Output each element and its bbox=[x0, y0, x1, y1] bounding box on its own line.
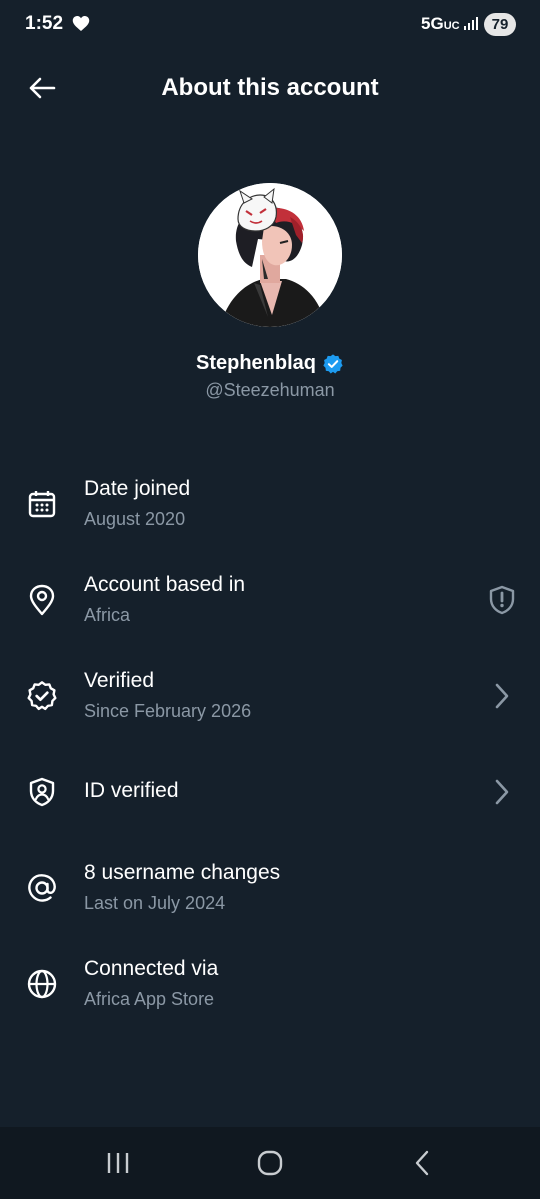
info-title: Account based in bbox=[84, 573, 246, 596]
info-row-id-verified[interactable]: ID verified bbox=[0, 758, 540, 838]
chevron-right-icon[interactable] bbox=[486, 680, 518, 712]
id-shield-icon bbox=[24, 774, 60, 810]
network-type: 5G bbox=[421, 14, 444, 33]
profile-handle: @Steezehuman bbox=[205, 380, 335, 400]
signal-icon bbox=[463, 15, 479, 36]
system-back-button[interactable] bbox=[392, 1145, 452, 1181]
profile-name: Stephenblaq bbox=[195, 352, 316, 374]
profile-name-row: Stephenblaq bbox=[0, 352, 540, 375]
recents-icon bbox=[107, 1153, 129, 1173]
avatar[interactable] bbox=[198, 183, 342, 327]
chevron-right-icon[interactable] bbox=[486, 776, 518, 808]
location-pin-icon bbox=[24, 582, 60, 618]
status-time: 1:52 bbox=[25, 13, 64, 34]
status-bar: 1:52 5GUC 79 bbox=[0, 0, 540, 50]
info-subtitle: August 2020 bbox=[84, 509, 186, 529]
info-row-account-based-in: Account based in Africa bbox=[0, 566, 540, 646]
heart-icon bbox=[72, 15, 90, 37]
network-indicator: 5GUC bbox=[421, 14, 460, 34]
verified-badge-icon bbox=[322, 353, 344, 375]
info-subtitle: Last on July 2024 bbox=[84, 893, 226, 913]
info-title: 8 username changes bbox=[84, 861, 281, 884]
shield-alert-icon[interactable] bbox=[486, 584, 518, 616]
avatar-illustration bbox=[198, 183, 342, 327]
at-sign-icon bbox=[24, 870, 60, 906]
recents-button[interactable] bbox=[88, 1145, 148, 1181]
network-suffix: UC bbox=[443, 20, 460, 32]
system-nav-bar bbox=[0, 1127, 540, 1199]
page-title: About this account bbox=[161, 74, 379, 101]
info-title: ID verified bbox=[84, 779, 179, 802]
battery-indicator: 79 bbox=[484, 13, 516, 36]
home-icon bbox=[257, 1150, 283, 1176]
info-title: Connected via bbox=[84, 957, 219, 980]
home-button[interactable] bbox=[240, 1145, 300, 1181]
info-title: Date joined bbox=[84, 477, 191, 500]
verified-check-icon bbox=[24, 678, 60, 714]
info-subtitle: Africa App Store bbox=[84, 989, 215, 1009]
globe-icon bbox=[24, 966, 60, 1002]
info-title: Verified bbox=[84, 669, 155, 692]
calendar-icon bbox=[24, 486, 60, 522]
info-subtitle: Since February 2026 bbox=[84, 701, 252, 721]
back-icon bbox=[415, 1150, 429, 1176]
top-bar: About this account bbox=[0, 60, 540, 116]
info-subtitle: Africa bbox=[84, 605, 131, 625]
info-row-date-joined: Date joined August 2020 bbox=[0, 470, 540, 550]
info-row-verified[interactable]: Verified Since February 2026 bbox=[0, 662, 540, 742]
info-row-username-changes: 8 username changes Last on July 2024 bbox=[0, 854, 540, 934]
info-row-connected-via: Connected via Africa App Store bbox=[0, 950, 540, 1030]
